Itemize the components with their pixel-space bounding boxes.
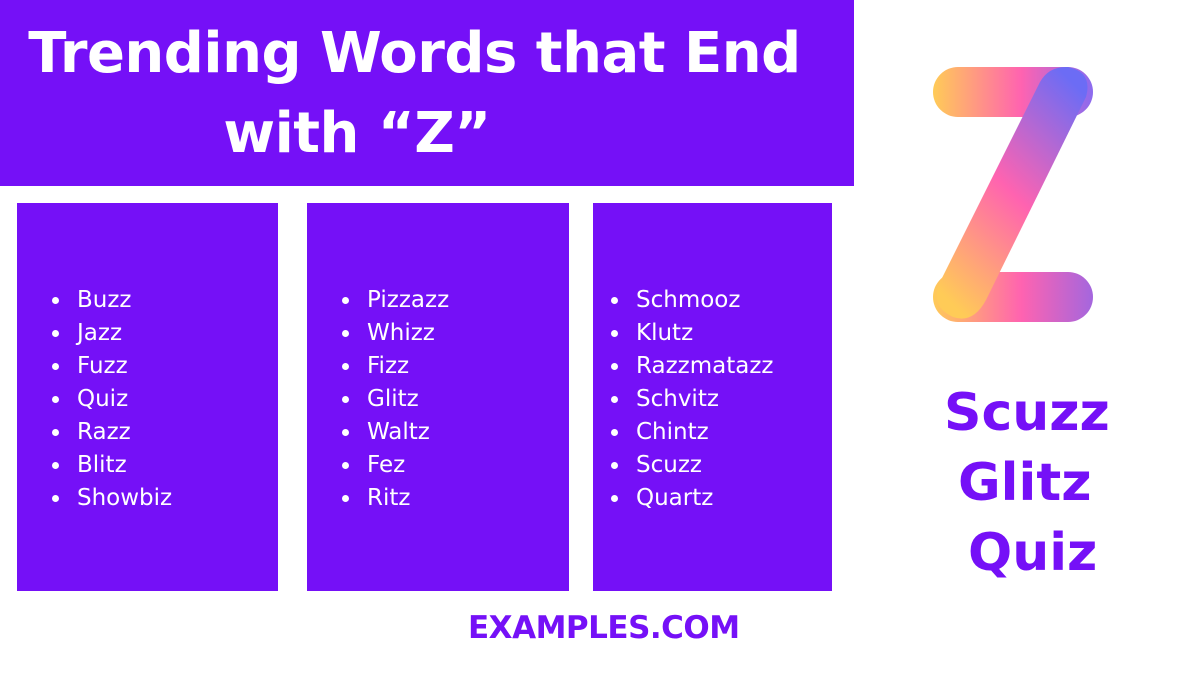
word: Waltz — [367, 419, 430, 445]
word: Jazz — [77, 320, 123, 346]
word-list-box-3: Schmooz Klutz Razzmatazz Schvitz Chintz … — [593, 203, 832, 591]
featured-words: Scuzz Glitz Quiz — [920, 378, 1160, 588]
word: Blitz — [77, 452, 127, 478]
bullet-icon — [611, 330, 618, 337]
word: Ritz — [367, 485, 411, 511]
word: Buzz — [77, 287, 132, 313]
title-banner: Trending Words that End with “Z” — [0, 0, 854, 186]
word: Quartz — [636, 485, 714, 511]
bullet-icon — [342, 330, 349, 337]
word: Whizz — [367, 320, 435, 346]
bullet-icon — [342, 297, 349, 304]
word-list-box-2: Pizzazz Whizz Fizz Glitz Waltz Fez Ritz — [307, 203, 569, 591]
word: Klutz — [636, 320, 694, 346]
word: Showbiz — [77, 485, 173, 511]
bullet-icon — [611, 429, 618, 436]
word: Fuzz — [77, 353, 128, 379]
bullet-icon — [611, 462, 618, 469]
featured-word: Scuzz — [944, 383, 1110, 443]
bullet-icon — [52, 363, 59, 370]
bullet-icon — [52, 495, 59, 502]
word: Schvitz — [636, 386, 719, 412]
word: Chintz — [636, 419, 709, 445]
word: Scuzz — [636, 452, 702, 478]
featured-word: Quiz — [968, 523, 1098, 583]
bullet-icon — [342, 462, 349, 469]
brand-footer: EXAMPLES.COM — [468, 610, 740, 646]
bullet-icon — [611, 363, 618, 370]
bullet-icon — [52, 396, 59, 403]
bullet-icon — [342, 363, 349, 370]
bullet-icon — [611, 495, 618, 502]
bullet-icon — [342, 495, 349, 502]
word: Fizz — [367, 353, 410, 379]
bullet-icon — [52, 429, 59, 436]
word: Glitz — [367, 386, 419, 412]
bullet-icon — [52, 462, 59, 469]
title-line-2: with “Z” — [223, 101, 491, 166]
word: Razzmatazz — [636, 353, 774, 379]
bullet-icon — [52, 330, 59, 337]
title-line-1: Trending Words that End — [28, 21, 801, 86]
bullet-icon — [611, 297, 618, 304]
word: Razz — [77, 419, 131, 445]
featured-word: Glitz — [958, 453, 1092, 513]
word: Pizzazz — [367, 287, 450, 313]
bullet-icon — [52, 297, 59, 304]
gradient-letter-z-icon — [933, 66, 1093, 322]
page-title: Trending Words that End with “Z” — [0, 14, 854, 174]
word: Fez — [367, 452, 406, 478]
bullet-icon — [342, 429, 349, 436]
word: Schmooz — [636, 287, 741, 313]
bullet-icon — [342, 396, 349, 403]
word-list-box-1: Buzz Jazz Fuzz Quiz Razz Blitz Showbiz — [17, 203, 278, 591]
word: Quiz — [77, 386, 129, 412]
bullet-icon — [611, 396, 618, 403]
